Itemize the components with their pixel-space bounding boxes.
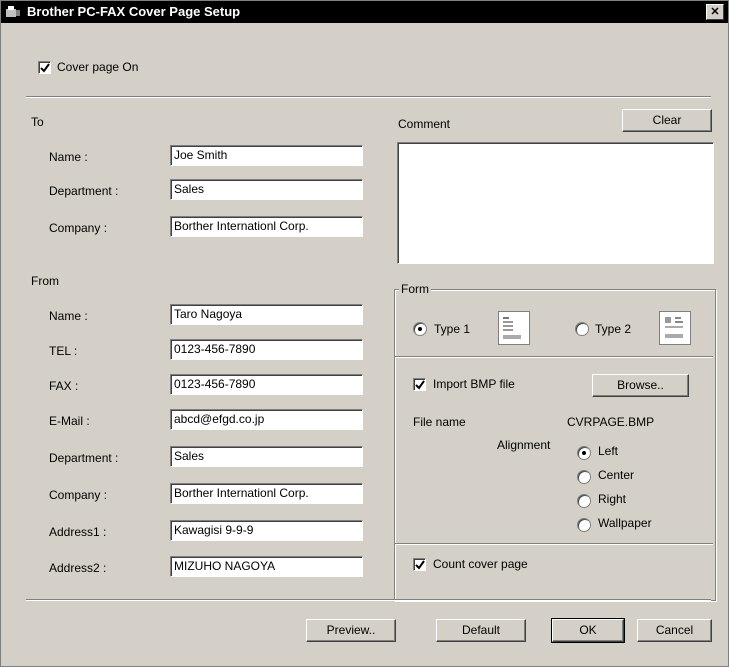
form-legend: Form — [399, 282, 431, 296]
from-fax-field[interactable]: 0123-456-7890 — [170, 374, 363, 395]
alignment-label: Alignment — [497, 438, 551, 452]
radio-selected-dot — [418, 327, 422, 331]
cover-page-label: Cover page On — [57, 60, 139, 74]
to-heading: To — [31, 115, 44, 129]
alignment-center-radio[interactable] — [577, 470, 591, 484]
alignment-wallpaper-label: Wallpaper — [598, 516, 652, 530]
from-email-field[interactable]: abcd@efgd.co.jp — [170, 409, 363, 430]
type2-radio[interactable] — [575, 322, 589, 336]
to-company-field[interactable]: Borther Internationl Corp. — [170, 216, 363, 237]
close-icon: ✕ — [710, 6, 720, 18]
radio-selected-dot — [582, 451, 586, 455]
alignment-left-label: Left — [598, 444, 619, 458]
from-address2-field[interactable]: MIZUHO NAGOYA — [170, 556, 363, 577]
type2-label: Type 2 — [595, 322, 632, 336]
close-button[interactable]: ✕ — [706, 4, 724, 20]
alignment-wallpaper-radio[interactable] — [577, 518, 591, 532]
fax-app-icon — [5, 5, 21, 19]
file-name-value: CVRPAGE.BMP — [567, 415, 655, 429]
checkmark-icon — [415, 380, 425, 390]
to-company-label: Company : — [49, 221, 108, 235]
from-heading: From — [31, 274, 59, 288]
default-button[interactable]: Default — [436, 619, 526, 642]
cancel-button[interactable]: Cancel — [637, 619, 712, 642]
from-address1-label: Address1 : — [49, 525, 107, 539]
from-department-field[interactable]: Sales — [170, 446, 363, 467]
from-tel-field[interactable]: 0123-456-7890 — [170, 339, 363, 360]
type1-radio[interactable] — [413, 322, 427, 336]
from-address2-label: Address2 : — [49, 561, 107, 575]
count-cover-page-label: Count cover page — [433, 557, 528, 571]
from-address1-field[interactable]: Kawagisi 9-9-9 — [170, 520, 363, 541]
top-separator — [26, 96, 711, 98]
type1-preview-icon — [498, 311, 530, 345]
from-tel-label: TEL : — [49, 344, 78, 358]
alignment-right-radio[interactable] — [577, 494, 591, 508]
title-bar: Brother PC-FAX Cover Page Setup ✕ — [1, 1, 728, 23]
comment-textarea[interactable] — [397, 142, 714, 264]
from-email-label: E-Mail : — [49, 414, 90, 428]
preview-button[interactable]: Preview.. — [306, 619, 396, 642]
file-name-label: File name — [413, 415, 466, 429]
window-title: Brother PC-FAX Cover Page Setup — [27, 4, 241, 19]
cover-page-setup-dialog: Brother PC-FAX Cover Page Setup ✕ Cover … — [0, 0, 729, 667]
to-department-label: Department : — [49, 184, 119, 198]
count-cover-page-checkbox[interactable] — [413, 558, 426, 571]
to-department-field[interactable]: Sales — [170, 179, 363, 200]
browse-button[interactable]: Browse.. — [592, 374, 689, 397]
form-separator-1 — [395, 356, 713, 358]
import-bmp-label: Import BMP file — [433, 377, 515, 391]
alignment-left-radio[interactable] — [577, 446, 591, 460]
ok-button[interactable]: OK — [551, 618, 625, 643]
cover-page-checkbox[interactable] — [38, 61, 51, 74]
comment-label: Comment — [398, 117, 451, 131]
to-name-field[interactable]: Joe Smith — [170, 145, 363, 166]
from-name-field[interactable]: Taro Nagoya — [170, 304, 363, 325]
checkmark-icon — [415, 560, 425, 570]
type2-preview-icon — [659, 311, 691, 345]
clear-button[interactable]: Clear — [622, 109, 712, 132]
to-name-label: Name : — [49, 150, 88, 164]
type1-label: Type 1 — [434, 322, 471, 336]
form-separator-2 — [395, 543, 713, 545]
from-company-field[interactable]: Borther Internationl Corp. — [170, 483, 363, 504]
from-fax-label: FAX : — [49, 379, 79, 393]
alignment-center-label: Center — [598, 468, 635, 482]
import-bmp-checkbox[interactable] — [413, 378, 426, 391]
from-company-label: Company : — [49, 488, 108, 502]
bottom-separator — [26, 599, 711, 601]
alignment-right-label: Right — [598, 492, 627, 506]
checkmark-icon — [40, 63, 50, 73]
from-name-label: Name : — [49, 309, 88, 323]
from-department-label: Department : — [49, 451, 119, 465]
